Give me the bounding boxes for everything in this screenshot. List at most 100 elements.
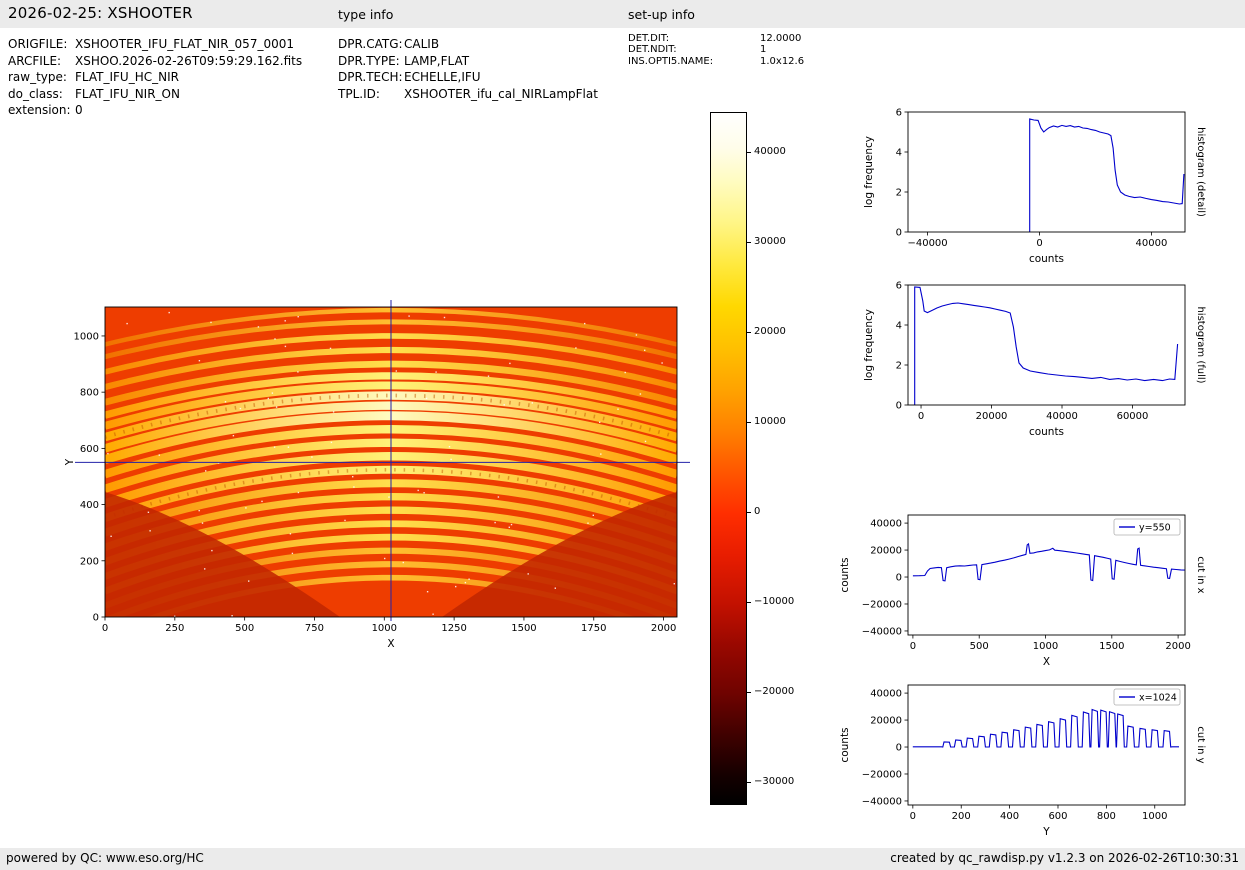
hot-pixel-speck (504, 404, 505, 405)
field-value: CALIB (404, 36, 439, 53)
x-tick-label: 20000 (976, 411, 1008, 422)
type-info-heading: type info (338, 7, 393, 22)
colorbar-tick (747, 242, 751, 243)
y-axis-label: Y (64, 458, 76, 466)
plot-background (908, 285, 1185, 405)
colorbar-tick-label: −10000 (754, 596, 794, 608)
field-value: FLAT_IFU_NIR_ON (75, 86, 180, 103)
hot-pixel-speck (148, 512, 149, 513)
colorbar-tick-label: 40000 (754, 146, 786, 158)
type-info-block: DPR.CATG:CALIB DPR.TYPE:LAMP,FLAT DPR.TE… (338, 36, 628, 102)
field-value: 12.0000 (760, 33, 801, 44)
hot-pixel-speck (272, 392, 273, 393)
file-info-block: ORIGFILE:XSHOOTER_IFU_FLAT_NIR_057_0001 … (8, 36, 328, 119)
hot-pixel-speck (285, 320, 286, 321)
x-tick-label: 0 (910, 641, 916, 652)
field-value: XSHOOTER_IFU_FLAT_NIR_057_0001 (75, 36, 294, 53)
hot-pixel-speck (344, 520, 345, 521)
hot-pixel-speck (674, 583, 675, 584)
x-tick-label: 40000 (1136, 238, 1168, 249)
y-tick-label: 0 (896, 401, 902, 412)
y-tick-label: 20000 (870, 716, 902, 727)
colorbar (710, 112, 747, 805)
field-label: raw_type: (8, 69, 75, 86)
x-tick-label: −40000 (907, 238, 947, 249)
histogram-detail-chart: −400000400000246countslog frequencyhisto… (830, 104, 1230, 274)
x-tick-label: 1000 (1142, 811, 1167, 822)
colorbar-tick (747, 152, 751, 153)
hot-pixel-speck (331, 442, 332, 443)
hot-pixel-speck (408, 315, 409, 316)
x-tick-label: 2000 (651, 623, 676, 634)
info-row: DPR.CATG:CALIB (338, 36, 628, 53)
field-label: ORIGFILE: (8, 36, 75, 53)
y-tick-label: 6 (896, 281, 902, 292)
hot-pixel-speck (403, 562, 404, 563)
hot-pixel-speck (211, 550, 212, 551)
hot-pixel-speck (593, 515, 594, 516)
hot-pixel-speck (528, 573, 529, 574)
hot-pixel-speck (532, 402, 533, 403)
qc-report-page: 2026-02-25: XSHOOTER type info set-up in… (0, 0, 1245, 870)
hot-pixel-speck (575, 347, 576, 348)
hot-pixel-speck (159, 454, 160, 455)
hot-pixel-speck (352, 476, 353, 477)
hot-pixel-speck (418, 490, 419, 491)
field-label: DPR.TECH: (338, 69, 404, 86)
hot-pixel-speck (199, 360, 200, 361)
info-row: raw_type:FLAT_IFU_HC_NIR (8, 69, 328, 86)
x-axis-label: counts (1029, 426, 1064, 438)
hot-pixel-speck (290, 533, 291, 534)
field-value: 1.0x12.6 (760, 56, 804, 67)
y-tick-label: 0 (896, 743, 902, 754)
info-row: do_class:FLAT_IFU_NIR_ON (8, 86, 328, 103)
info-row: extension:0 (8, 102, 328, 119)
y-axis-label: log frequency (863, 136, 875, 208)
field-label: do_class: (8, 86, 75, 103)
hot-pixel-speck (311, 456, 312, 457)
y-axis-label: counts (839, 727, 851, 762)
info-row: DET.DIT:12.0000 (628, 33, 868, 44)
footer-bar: powered by QC: www.eso.org/HC created by… (0, 848, 1245, 870)
legend-label: y=550 (1139, 523, 1171, 534)
x-tick-label: 1000 (1033, 641, 1058, 652)
field-label: DET.NDIT: (628, 44, 760, 55)
hot-pixel-speck (149, 530, 150, 531)
y-tick-label: 20000 (870, 546, 902, 557)
hot-pixel-speck (494, 522, 495, 523)
hot-pixel-speck (645, 441, 646, 442)
colorbar-tick-label: 20000 (754, 326, 786, 338)
x-tick-label: 0 (102, 623, 108, 634)
hot-pixel-speck (432, 614, 433, 615)
x-tick-label: 0 (918, 411, 924, 422)
hot-pixel-speck (617, 409, 618, 410)
x-tick-label: 1500 (1099, 641, 1124, 652)
y-tick-label: 6 (896, 108, 902, 119)
y-tick-label: −20000 (862, 769, 902, 780)
x-axis-label: X (1043, 656, 1050, 668)
x-tick-label: 800 (1097, 811, 1116, 822)
x-tick-label: 1250 (441, 623, 466, 634)
y-tick-label: −40000 (862, 796, 902, 807)
right-axis-label: histogram (full) (1195, 306, 1206, 383)
hot-pixel-speck (274, 446, 275, 447)
colorbar-tick-label: 0 (754, 506, 760, 518)
hot-pixel-speck (423, 492, 424, 493)
footer-powered-by: powered by QC: www.eso.org/HC (6, 851, 204, 865)
y-axis-label: counts (839, 557, 851, 592)
hot-pixel-speck (384, 558, 385, 559)
hot-pixel-speck (205, 470, 206, 471)
hot-pixel-speck (285, 346, 286, 347)
hot-pixel-speck (625, 372, 626, 373)
x-tick-label: 600 (1048, 811, 1067, 822)
x-axis-label: X (387, 638, 394, 650)
y-tick-label: 600 (80, 444, 99, 455)
right-axis-label: cut in x (1195, 556, 1206, 593)
field-value: FLAT_IFU_HC_NIR (75, 69, 179, 86)
x-tick-label: 2000 (1165, 641, 1190, 652)
hot-pixel-speck (240, 408, 241, 409)
hot-pixel-speck (511, 524, 512, 525)
info-row: ORIGFILE:XSHOOTER_IFU_FLAT_NIR_057_0001 (8, 36, 328, 53)
hot-pixel-speck (231, 615, 232, 616)
x-tick-label: 1000 (372, 623, 397, 634)
